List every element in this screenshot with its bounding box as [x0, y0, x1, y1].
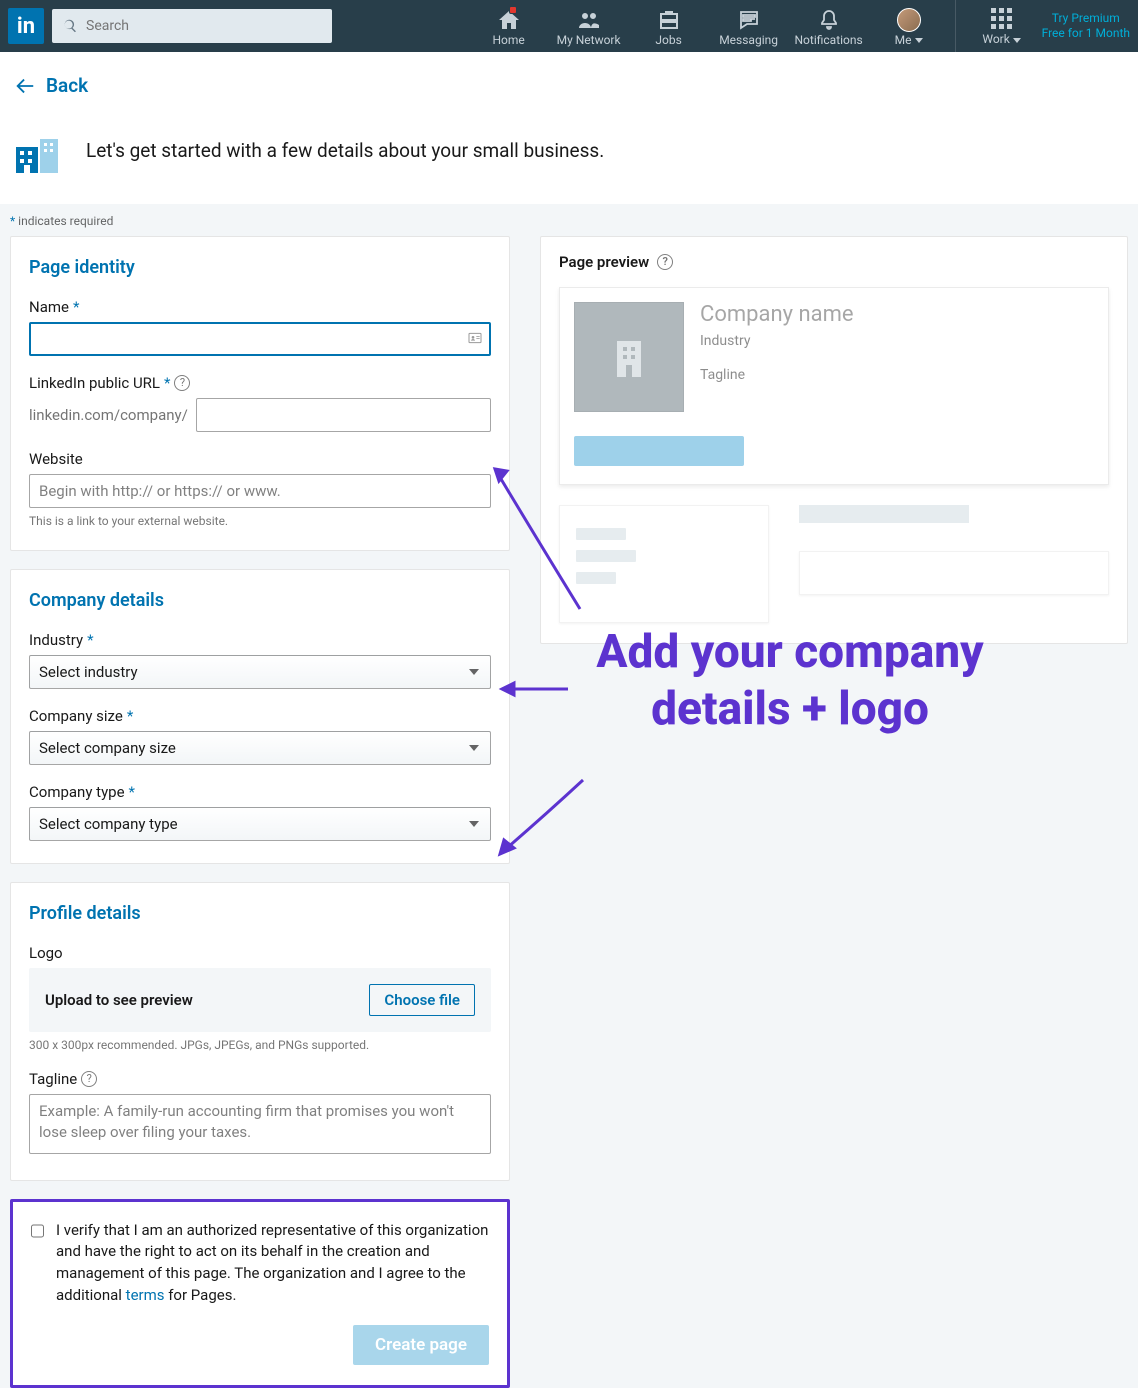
url-input[interactable]	[196, 398, 491, 432]
buildings-icon	[14, 127, 62, 175]
premium-link[interactable]: Try Premium Free for 1 Month	[1042, 11, 1130, 41]
arrow-left-icon	[14, 75, 36, 97]
building-icon	[605, 333, 653, 381]
name-input[interactable]	[29, 322, 491, 356]
chevron-down-icon	[1013, 38, 1021, 43]
nav-work[interactable]: Work	[962, 4, 1042, 48]
contact-card-icon	[467, 330, 483, 346]
verify-checkbox[interactable]	[31, 1222, 44, 1240]
chat-icon	[737, 8, 761, 32]
nav-notifications[interactable]: Notifications	[789, 4, 869, 49]
preview-company-name: Company name	[700, 302, 854, 327]
page-identity-card: Page identity Name * LinkedIn public URL…	[10, 236, 510, 551]
logo-placeholder	[574, 302, 684, 412]
company-details-card: Company details Industry * Select indust…	[10, 569, 510, 864]
nav-divider	[955, 0, 956, 52]
search-input[interactable]	[52, 9, 332, 43]
industry-select[interactable]: Select industry	[29, 655, 491, 689]
back-link[interactable]: Back	[14, 74, 88, 97]
verify-card: I verify that I am an authorized represe…	[10, 1199, 510, 1388]
create-page-button[interactable]: Create page	[353, 1325, 489, 1365]
tagline-input[interactable]	[29, 1094, 491, 1154]
preview-inner: Company name Industry Tagline	[559, 287, 1109, 485]
help-icon[interactable]: ?	[174, 375, 190, 391]
linkedin-logo[interactable]: in	[8, 8, 44, 44]
avatar	[897, 8, 921, 32]
search-box	[52, 9, 332, 43]
search-icon	[62, 18, 78, 34]
preview-card: Page preview ? Company name Industry Tag…	[540, 236, 1128, 644]
chevron-down-icon	[915, 38, 923, 43]
industry-label: Industry *	[29, 631, 491, 649]
type-select[interactable]: Select company type	[29, 807, 491, 841]
size-label: Company size *	[29, 707, 491, 725]
preview-title: Page preview	[559, 253, 649, 271]
logo-label: Logo	[29, 944, 491, 962]
nav-jobs[interactable]: Jobs	[629, 4, 709, 49]
help-icon[interactable]: ?	[657, 254, 673, 270]
type-label: Company type *	[29, 783, 491, 801]
tagline-label: Tagline ?	[29, 1070, 491, 1088]
nav-home[interactable]: Home	[469, 4, 549, 49]
annotation-arrow-3	[488, 772, 588, 862]
button-placeholder	[574, 436, 744, 466]
intro-text: Let's get started with a few details abo…	[86, 139, 604, 162]
nav-me[interactable]: Me	[869, 4, 949, 49]
name-label: Name *	[29, 298, 491, 316]
annotation-arrow-2	[490, 679, 570, 699]
top-nav: in Home My Network Jobs Messaging Notifi…	[0, 0, 1138, 52]
logo-hint: 300 x 300px recommended. JPGs, JPEGs, an…	[29, 1038, 491, 1052]
notification-badge	[509, 6, 517, 14]
terms-link[interactable]: terms	[126, 1286, 165, 1304]
apps-icon	[991, 8, 1013, 30]
url-label: LinkedIn public URL * ?	[29, 374, 491, 392]
annotation-text: Add your company details + logo	[560, 624, 1020, 739]
choose-file-button[interactable]: Choose file	[369, 984, 475, 1016]
website-input[interactable]	[29, 474, 491, 508]
card-title: Profile details	[29, 903, 491, 924]
upload-text: Upload to see preview	[45, 991, 193, 1009]
bell-icon	[817, 8, 841, 32]
url-prefix: linkedin.com/company/	[29, 406, 188, 424]
preview-industry: Industry	[700, 333, 854, 349]
help-icon[interactable]: ?	[81, 1071, 97, 1087]
website-hint: This is a link to your external website.	[29, 514, 491, 528]
card-title: Page identity	[29, 257, 491, 278]
preview-tagline: Tagline	[700, 367, 854, 383]
briefcase-icon	[657, 8, 681, 32]
size-select[interactable]: Select company size	[29, 731, 491, 765]
website-label: Website	[29, 450, 491, 468]
nav-messaging[interactable]: Messaging	[709, 4, 789, 49]
nav-network[interactable]: My Network	[549, 4, 629, 49]
people-icon	[577, 8, 601, 32]
annotation-arrow-1	[480, 454, 590, 614]
upload-box: Upload to see preview Choose file	[29, 968, 491, 1032]
card-title: Company details	[29, 590, 491, 611]
profile-details-card: Profile details Logo Upload to see previ…	[10, 882, 510, 1181]
verify-text: I verify that I am an authorized represe…	[56, 1220, 489, 1307]
skeleton-content	[559, 505, 1109, 623]
required-note: * indicates required	[0, 204, 1138, 236]
